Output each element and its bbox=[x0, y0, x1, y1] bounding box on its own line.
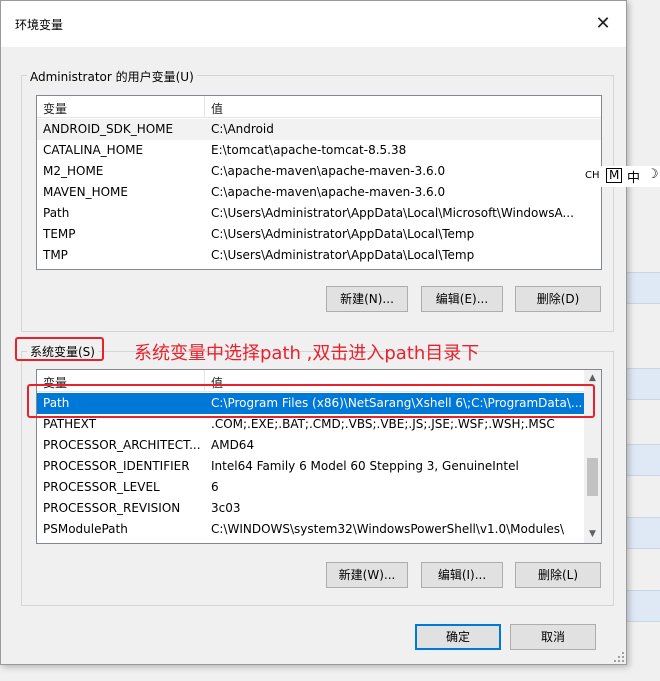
table-row[interactable]: CATALINA_HOME E:\tomcat\apache-tomcat-8.5… bbox=[37, 140, 601, 161]
annotation-text: 系统变量中选择path ,双击进入path目录下 bbox=[134, 343, 480, 364]
variable-name-cell: ANDROID_SDK_HOME bbox=[43, 122, 174, 136]
variable-value-cell: E:\tomcat\apache-tomcat-8.5.38 bbox=[211, 143, 407, 157]
scroll-thumb[interactable] bbox=[587, 458, 598, 496]
column-divider[interactable] bbox=[204, 96, 205, 118]
table-row[interactable]: PROCESSOR_ARCHITECT... AMD64 bbox=[37, 435, 601, 456]
environment-variables-dialog: 环境变量 ✕ Administrator 的用户变量(U) 变量 值 ANDRO… bbox=[0, 0, 627, 665]
user-delete-button[interactable]: 删除(D) bbox=[515, 286, 601, 312]
background-window-strip bbox=[626, 517, 660, 549]
variable-name-cell: PSModulePath bbox=[43, 522, 128, 536]
table-row[interactable]: PROCESSOR_REVISION 3c03 bbox=[37, 498, 601, 519]
variable-name-cell: PROCESSOR_ARCHITECT... bbox=[43, 438, 201, 452]
background-window-strip bbox=[626, 368, 660, 400]
ime-chinese-icon: 中 bbox=[627, 171, 641, 186]
table-row[interactable]: M2_HOME C:\apache-maven\apache-maven-3.6.… bbox=[37, 161, 601, 182]
variable-name-cell: CATALINA_HOME bbox=[43, 143, 144, 157]
variable-value-cell: 3c03 bbox=[211, 501, 241, 515]
close-icon: ✕ bbox=[595, 13, 611, 34]
ok-button[interactable]: 确定 bbox=[415, 624, 501, 650]
table-row[interactable]: PROCESSOR_IDENTIFIER Intel64 Family 6 Mod… bbox=[37, 456, 601, 477]
variable-value-cell: C:\Users\Administrator\AppData\Local\Tem… bbox=[211, 227, 475, 241]
variable-value-cell: C:\Users\Administrator\AppData\Local\Tem… bbox=[211, 248, 475, 262]
variable-name-cell: Path bbox=[43, 206, 70, 220]
user-edit-button[interactable]: 编辑(E)... bbox=[421, 286, 503, 312]
variable-value-cell: C:\Users\Administrator\AppData\Local\Mic… bbox=[211, 206, 574, 220]
variable-name-cell: M2_HOME bbox=[43, 164, 104, 178]
title-bar[interactable]: 环境变量 ✕ bbox=[1, 1, 626, 47]
variable-name-cell: TEMP bbox=[43, 227, 76, 241]
table-header: 变量 值 bbox=[37, 96, 601, 118]
background-window-strip bbox=[626, 444, 660, 476]
variable-name-cell: MAVEN_HOME bbox=[43, 185, 128, 199]
system-delete-button[interactable]: 删除(L) bbox=[515, 562, 601, 588]
annotation-box-system-vars-label bbox=[15, 337, 104, 361]
variable-value-cell: AMD64 bbox=[211, 438, 255, 452]
variable-name-cell: PATHEXT bbox=[43, 417, 97, 431]
table-row[interactable]: TEMP C:\Users\Administrator\AppData\Local… bbox=[37, 224, 601, 245]
variable-value-cell: C:\apache-maven\apache-maven-3.6.0 bbox=[211, 164, 446, 178]
variable-name-cell: PROCESSOR_IDENTIFIER bbox=[43, 459, 190, 473]
variable-name-cell: PROCESSOR_REVISION bbox=[43, 501, 181, 515]
table-row[interactable]: ANDROID_SDK_HOME C:\Android bbox=[37, 119, 601, 140]
annotation-box-path-row bbox=[27, 384, 595, 418]
variable-name-cell: TMP bbox=[43, 248, 68, 262]
table-row[interactable]: PSModulePath C:\WINDOWS\system32\WindowsP… bbox=[37, 519, 601, 540]
user-new-button[interactable]: 新建(N)... bbox=[326, 286, 408, 312]
cancel-button[interactable]: 取消 bbox=[510, 624, 596, 650]
table-row[interactable]: TMP C:\Users\Administrator\AppData\Local\… bbox=[37, 245, 601, 266]
variable-name-cell: PROCESSOR_LEVEL bbox=[43, 480, 160, 494]
ime-m-icon: M bbox=[606, 168, 623, 183]
ime-mode-label: CH bbox=[585, 170, 600, 181]
background-window-strip bbox=[626, 272, 660, 304]
table-row[interactable]: Path C:\Users\Administrator\AppData\Local… bbox=[37, 203, 601, 224]
user-variables-table[interactable]: 变量 值 ANDROID_SDK_HOME C:\Android CATALINA_… bbox=[36, 95, 602, 270]
table-row[interactable]: MAVEN_HOME C:\apache-maven\apache-maven-3… bbox=[37, 182, 601, 203]
variable-value-cell: 6 bbox=[211, 480, 219, 494]
background-window-strip bbox=[626, 590, 660, 622]
variable-value-cell: C:\WINDOWS\system32\WindowsPowerShell\v1… bbox=[211, 522, 565, 536]
user-variables-label: Administrator 的用户变量(U) bbox=[27, 68, 197, 85]
variable-value-cell: C:\Android bbox=[211, 122, 274, 136]
variable-value-cell: .COM;.EXE;.BAT;.CMD;.VBS;.VBE;.JS;.JSE;.… bbox=[211, 417, 555, 431]
column-header-value[interactable]: 值 bbox=[211, 100, 223, 117]
ime-moon-icon: ☽ bbox=[647, 167, 659, 182]
table-row[interactable]: PROCESSOR_LEVEL 6 bbox=[37, 477, 601, 498]
variable-value-cell: C:\apache-maven\apache-maven-3.6.0 bbox=[211, 185, 446, 199]
variable-value-cell: Intel64 Family 6 Model 60 Stepping 3, Ge… bbox=[211, 459, 519, 473]
window-title: 环境变量 bbox=[15, 18, 64, 32]
close-button[interactable]: ✕ bbox=[580, 1, 626, 47]
ime-indicator[interactable]: CH M 中 ☽ bbox=[579, 166, 660, 187]
column-header-variable[interactable]: 变量 bbox=[43, 100, 67, 117]
system-new-button[interactable]: 新建(W)... bbox=[326, 562, 408, 588]
system-edit-button[interactable]: 编辑(I)... bbox=[421, 562, 503, 588]
scroll-down-icon[interactable]: ▼ bbox=[584, 526, 601, 543]
resize-grip-icon[interactable] bbox=[614, 652, 624, 662]
